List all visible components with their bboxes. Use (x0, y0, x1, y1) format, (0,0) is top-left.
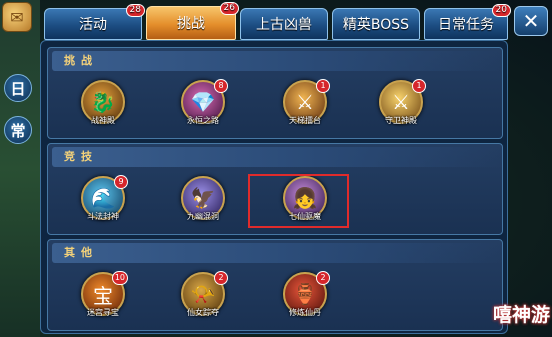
left-side-strip: ✉ 日 常 (0, 0, 40, 337)
item-badge: 2 (316, 271, 330, 285)
tab-label: 活动 (79, 17, 107, 33)
scroll-icon[interactable]: ✉ (2, 2, 32, 32)
item-badge: 1 (412, 79, 426, 93)
item-jiu-you-hun-dong[interactable]: 🦅 九幽混洞 (168, 176, 238, 236)
tab-bar: 活动 28 挑战 26 上古凶兽 精英BOSS 日常任务 20 (44, 2, 514, 40)
tab-badge: 28 (125, 4, 145, 17)
item-label: 斗法封神 (87, 212, 119, 221)
item-maze-treasure[interactable]: 宝 10 迷宫寻宝 (68, 271, 138, 332)
tab-ancient-beast[interactable]: 上古凶兽 (240, 8, 328, 40)
item-fairy-trail[interactable]: 📯 2 仙女踪夺 (168, 271, 238, 332)
watermark-logo: 嘻神游 (492, 304, 550, 326)
item-label: 九幽混洞 (187, 212, 219, 221)
tab-label: 精英BOSS (342, 17, 410, 33)
item-label: 战神殿 (91, 116, 115, 125)
section-title: 挑战 (52, 51, 500, 71)
item-guard-temple[interactable]: ⚔ 1 守卫神殿 (366, 79, 436, 140)
item-label: 守卫神殿 (385, 116, 417, 125)
side-tab-label-chang[interactable]: 常 (4, 116, 32, 144)
item-label: 仙女踪夺 (187, 308, 219, 317)
tab-badge: 26 (219, 2, 239, 15)
highlight-box (248, 174, 349, 228)
tab-label: 日常任务 (438, 17, 494, 33)
item-label: 修炼仙丹 (289, 308, 321, 317)
side-tab-label-ri[interactable]: 日 (4, 74, 32, 102)
section-title: 其他 (52, 243, 500, 263)
item-ladder-arena[interactable]: ⚔ 1 天梯擂台 (270, 79, 340, 140)
section-title: 竞技 (52, 147, 500, 167)
item-war-god-hall[interactable]: 🐉 战神殿 (68, 80, 138, 140)
tab-challenge[interactable]: 挑战 26 (146, 2, 239, 40)
tab-label: 上古凶兽 (256, 17, 312, 33)
tab-elite-boss[interactable]: 精英BOSS (332, 8, 420, 40)
tab-badge: 20 (491, 4, 511, 17)
item-refine-elixir[interactable]: 🏺 2 修炼仙丹 (270, 271, 340, 332)
tab-label: 挑战 (177, 16, 205, 32)
item-badge: 9 (114, 175, 128, 189)
item-badge: 10 (111, 271, 128, 285)
tab-daily-tasks[interactable]: 日常任务 20 (424, 4, 511, 40)
item-eternal-road[interactable]: 💎 8 永恒之路 (168, 79, 238, 140)
item-badge: 2 (214, 271, 228, 285)
item-label: 迷宫寻宝 (87, 308, 119, 317)
section-other: 其他 宝 10 迷宫寻宝 📯 2 仙女踪夺 🏺 2 修炼仙丹 (47, 239, 503, 331)
item-label: 天梯擂台 (289, 116, 321, 125)
tab-activity[interactable]: 活动 28 (44, 4, 145, 40)
close-button[interactable]: ✕ (514, 6, 548, 36)
item-badge: 8 (214, 79, 228, 93)
item-label: 永恒之路 (187, 116, 219, 125)
item-dou-fa-feng-shen[interactable]: 🌊 9 斗法封神 (68, 175, 138, 236)
section-challenge: 挑战 🐉 战神殿 💎 8 永恒之路 ⚔ 1 天梯擂台 ⚔ 1 守卫神殿 (47, 47, 503, 139)
item-badge: 1 (316, 79, 330, 93)
